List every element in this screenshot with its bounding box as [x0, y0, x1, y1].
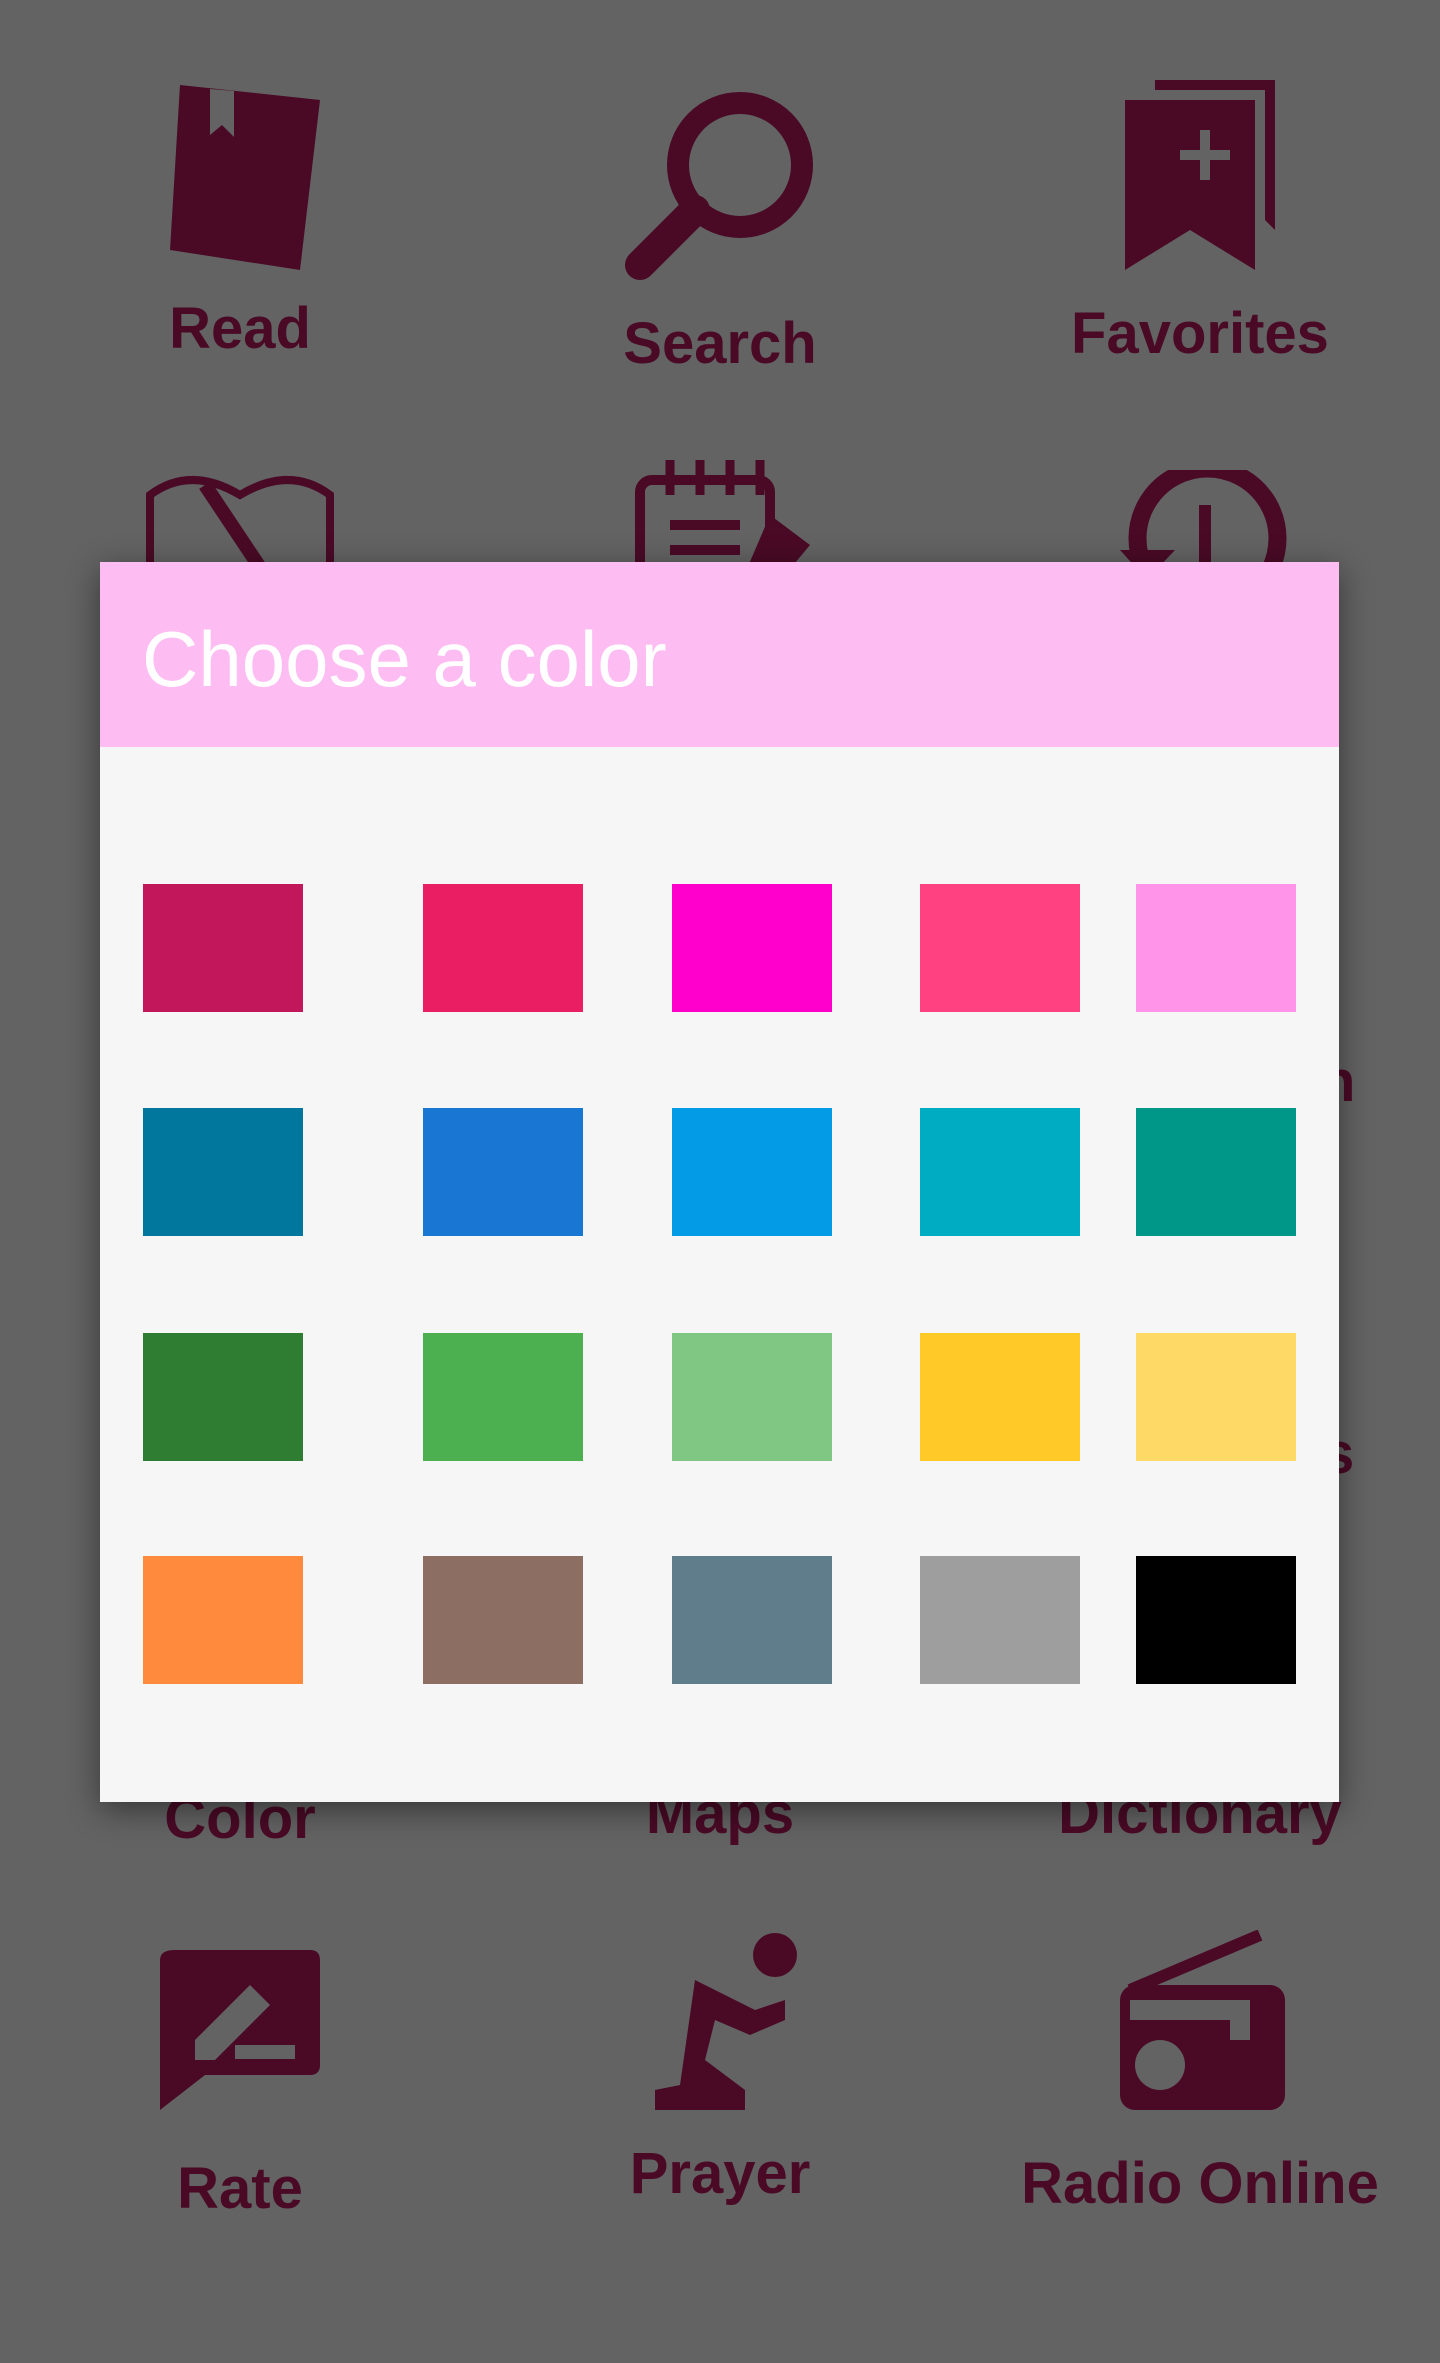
- menu-item-radio-online[interactable]: [960, 1930, 1440, 2115]
- history-clock-icon: [1120, 470, 1287, 570]
- menu-label-read: Read: [169, 296, 311, 361]
- color-swatch[interactable]: [143, 884, 303, 1012]
- color-swatch[interactable]: [1136, 1108, 1296, 1236]
- color-swatch[interactable]: [143, 1556, 303, 1684]
- color-swatch[interactable]: [920, 1108, 1080, 1236]
- color-swatch[interactable]: [920, 884, 1080, 1012]
- color-swatch[interactable]: [423, 1333, 583, 1461]
- color-swatch[interactable]: [672, 884, 832, 1012]
- menu-item-notepad[interactable]: [480, 455, 960, 575]
- menu-label-search: Search: [623, 311, 817, 376]
- color-swatch[interactable]: [672, 1556, 832, 1684]
- open-book-pencil-icon: [146, 476, 334, 575]
- dialog-header: Choose a color: [100, 562, 1339, 747]
- color-swatch[interactable]: [143, 1108, 303, 1236]
- menu-item-search[interactable]: [480, 90, 960, 280]
- menu-item-favorites[interactable]: [960, 80, 1440, 270]
- color-swatch[interactable]: [1136, 1556, 1296, 1684]
- menu-item-rate[interactable]: [0, 1945, 480, 2115]
- menu-label-radio-online: Radio Online: [1021, 2151, 1379, 2216]
- color-swatch[interactable]: [1136, 1333, 1296, 1461]
- color-swatch[interactable]: [423, 1556, 583, 1684]
- book-icon: [170, 85, 320, 270]
- notepad-pencil-icon: [635, 460, 810, 575]
- color-swatch[interactable]: [920, 1333, 1080, 1461]
- radio-icon: [1120, 1930, 1285, 2110]
- color-swatch[interactable]: [423, 884, 583, 1012]
- color-swatch[interactable]: [672, 1333, 832, 1461]
- menu-item-history[interactable]: [960, 470, 1440, 570]
- prayer-icon: [655, 1933, 797, 2110]
- menu-item-read[interactable]: [0, 75, 480, 275]
- menu-item-prayer[interactable]: [480, 1930, 960, 2110]
- bookmark-plus-icon: [1125, 80, 1275, 270]
- color-swatch[interactable]: [1136, 884, 1296, 1012]
- color-swatch[interactable]: [143, 1333, 303, 1461]
- menu-label-rate: Rate: [177, 2156, 303, 2221]
- menu-label-prayer: Prayer: [629, 2141, 811, 2206]
- color-swatch[interactable]: [672, 1108, 832, 1236]
- color-swatch[interactable]: [423, 1108, 583, 1236]
- menu-label-favorites: Favorites: [1071, 301, 1329, 366]
- dialog-title: Choose a color: [142, 615, 667, 703]
- menu-item-notes[interactable]: [0, 465, 480, 575]
- color-picker-dialog: Choose a color: [100, 562, 1339, 1802]
- color-swatch[interactable]: [920, 1556, 1080, 1684]
- magnifier-icon: [625, 92, 813, 280]
- rate-edit-icon: [160, 1950, 320, 2110]
